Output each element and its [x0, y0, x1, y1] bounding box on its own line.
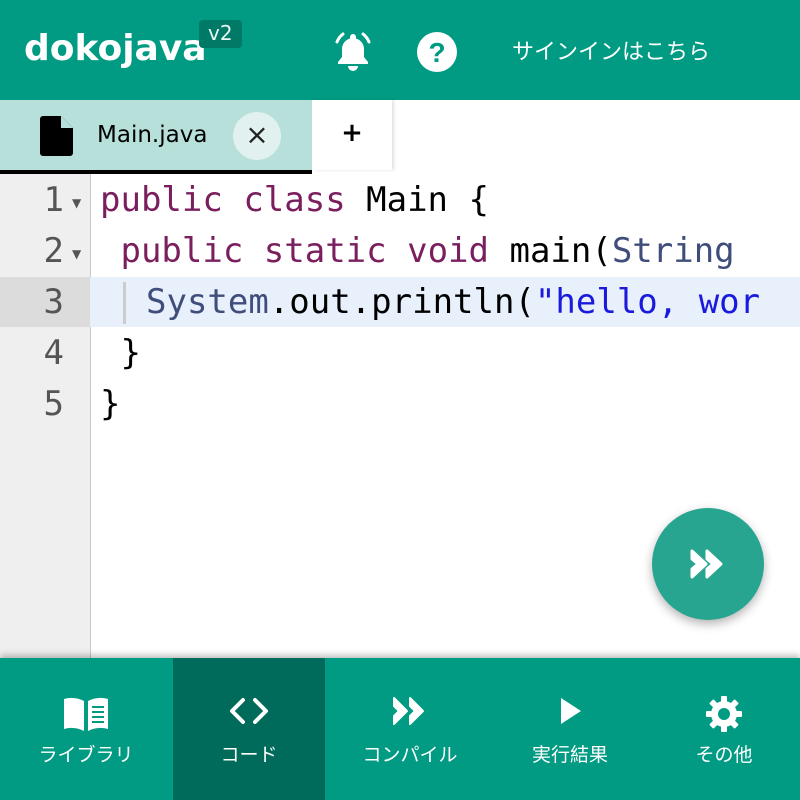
plus-icon: +	[341, 118, 363, 148]
code-line: }	[100, 333, 141, 373]
nav-compile[interactable]: コンパイル	[334, 658, 486, 800]
play-icon	[494, 694, 646, 734]
nav-label: コード	[220, 744, 278, 766]
tab-label: Main.java	[97, 122, 208, 148]
file-tab-bar: Main.java × +	[0, 100, 800, 174]
code-line: }	[100, 384, 121, 424]
code-icon	[173, 694, 325, 734]
svg-text:?: ?	[428, 37, 445, 68]
app-header: dokojava v2 ? サインインはこちら	[0, 0, 800, 100]
nav-code[interactable]: コード	[173, 658, 325, 800]
code-line: System.out.println("hello, wor	[146, 282, 761, 322]
file-icon	[40, 116, 73, 156]
run-button[interactable]	[652, 508, 764, 620]
add-tab-button[interactable]: +	[312, 100, 392, 170]
app-logo[interactable]: dokojava	[24, 28, 207, 69]
signin-link[interactable]: サインインはこちら	[512, 34, 710, 66]
code-line: public class Main {	[100, 180, 489, 220]
bell-icon[interactable]	[331, 30, 375, 74]
fold-arrow-icon[interactable]: ▼	[72, 196, 81, 210]
gear-icon	[648, 694, 800, 734]
question-icon[interactable]: ?	[416, 31, 458, 73]
close-tab-button[interactable]: ×	[233, 112, 281, 160]
nav-other[interactable]: その他	[648, 658, 800, 800]
nav-library[interactable]: ライブラリ	[10, 658, 162, 800]
line-number: 1	[43, 180, 64, 220]
line-number: 4	[43, 333, 64, 373]
tab-main-java[interactable]: Main.java ×	[0, 100, 312, 174]
line-number: 5	[43, 384, 64, 424]
compile-icon	[334, 694, 486, 734]
run-icon	[690, 549, 723, 579]
nav-label: 実行結果	[531, 744, 608, 766]
line-number: 2	[43, 231, 64, 271]
version-badge: v2	[199, 20, 242, 48]
nav-label: ライブラリ	[38, 744, 134, 766]
line-number: 3	[43, 282, 64, 322]
code-line: public static void main(String	[120, 231, 735, 271]
nav-label: その他	[695, 744, 753, 766]
fold-arrow-icon[interactable]: ▼	[72, 247, 81, 261]
nav-label: コンパイル	[362, 744, 458, 766]
close-icon: ×	[245, 118, 269, 151]
book-icon	[10, 694, 162, 734]
indent-guide	[123, 282, 126, 324]
bottom-nav: ライブラリ コード コンパイル 実行結果 その他	[0, 658, 800, 800]
nav-result[interactable]: 実行結果	[494, 658, 646, 800]
